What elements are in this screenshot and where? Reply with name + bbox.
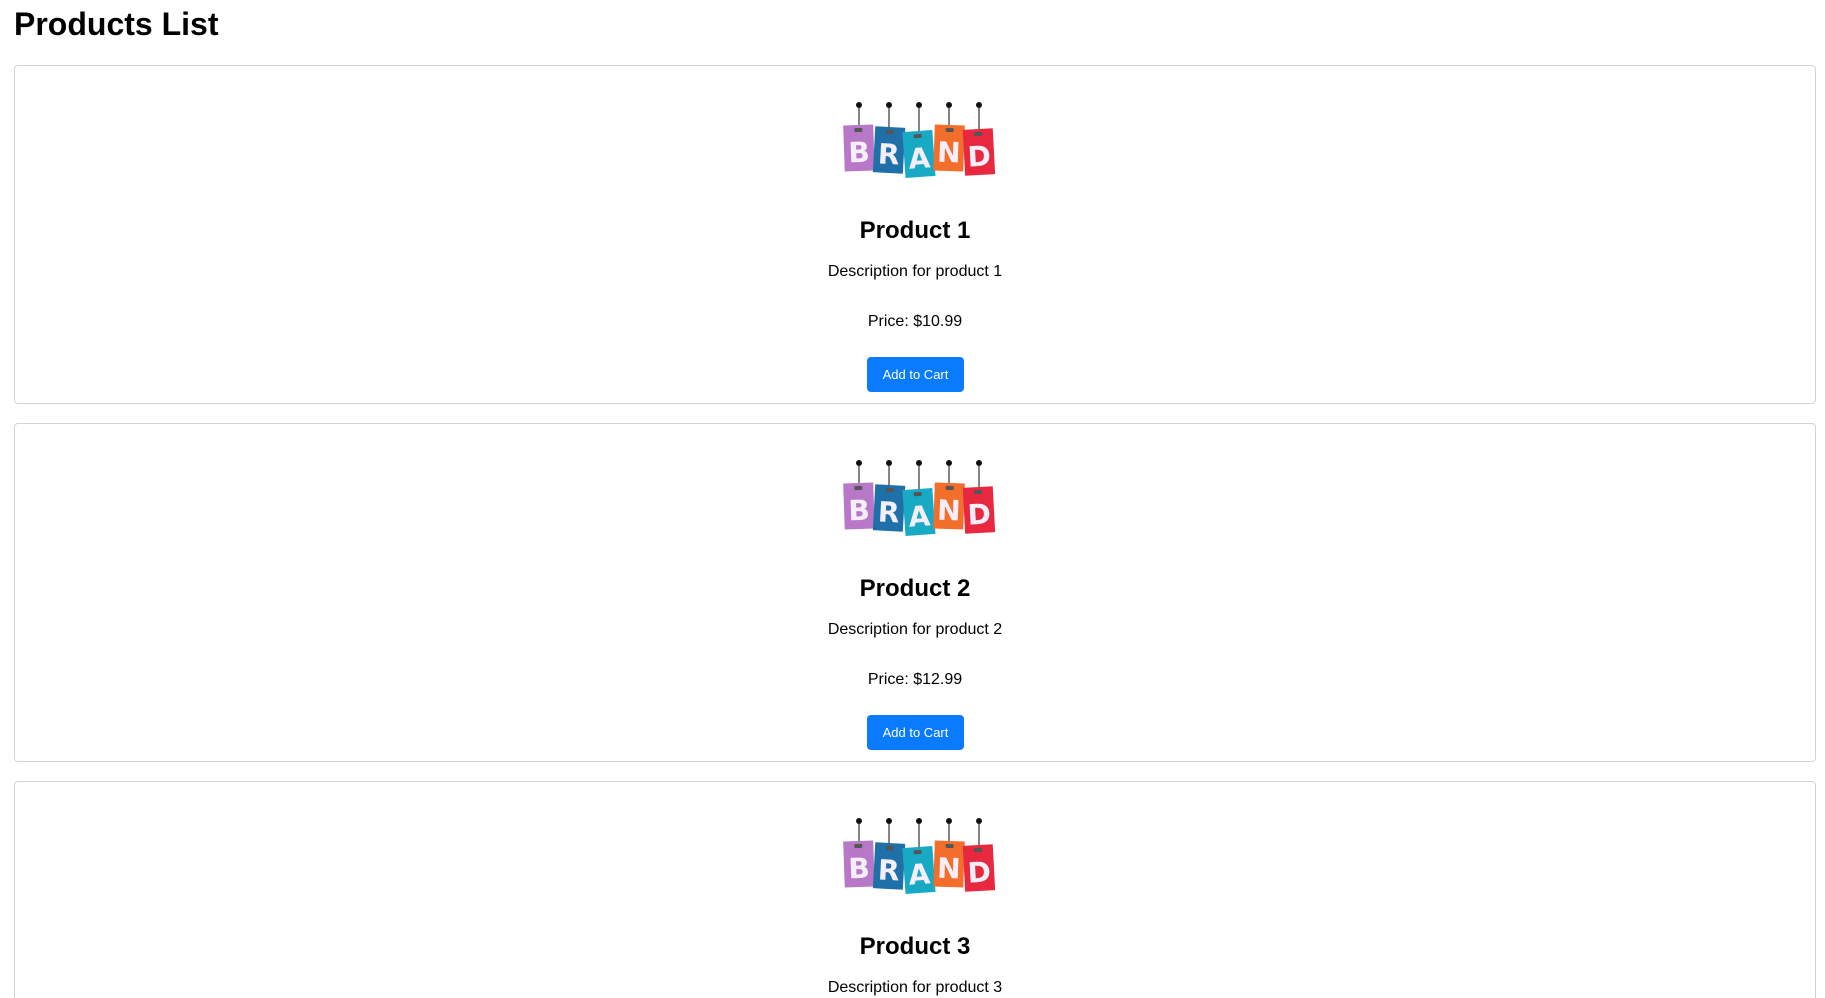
product-price: Price: $10.99 bbox=[867, 313, 963, 330]
products-page: Products List BRAND Product 1 Descriptio… bbox=[0, 0, 1825, 998]
pin-icon bbox=[916, 460, 922, 466]
brand-tag: D bbox=[962, 102, 996, 176]
page-title: Products List bbox=[14, 6, 219, 42]
logo-letter: N bbox=[937, 136, 962, 170]
pin-icon bbox=[886, 460, 892, 466]
pin-icon bbox=[976, 460, 982, 466]
product-name: Product 2 bbox=[859, 575, 971, 602]
brand-tag: R bbox=[872, 460, 906, 532]
brand-tag: N bbox=[933, 102, 965, 172]
pin-icon bbox=[856, 818, 862, 824]
logo-letter: A bbox=[907, 499, 931, 533]
brand-tag: A bbox=[902, 102, 936, 178]
pin-icon bbox=[946, 460, 952, 466]
logo-letter: N bbox=[937, 494, 962, 528]
pin-icon bbox=[946, 102, 952, 108]
pin-icon bbox=[886, 102, 892, 108]
product-name: Product 3 bbox=[859, 933, 971, 960]
product-name: Product 1 bbox=[859, 217, 971, 244]
logo-letter: D bbox=[967, 139, 992, 173]
product-description: Description for product 3 bbox=[827, 979, 1003, 996]
pin-icon bbox=[856, 102, 862, 108]
add-to-cart-button[interactable]: Add to Cart bbox=[867, 715, 964, 750]
logo-letter: D bbox=[967, 855, 992, 889]
brand-tag: B bbox=[843, 102, 875, 172]
pin-icon bbox=[856, 460, 862, 466]
product-card: BRAND Product 1 Description for product … bbox=[14, 65, 1816, 404]
brand-logo: BRAND bbox=[843, 102, 996, 178]
brand-tag: A bbox=[902, 460, 936, 536]
logo-letter: D bbox=[967, 497, 992, 531]
product-description: Description for product 1 bbox=[827, 263, 1003, 280]
logo-letter: B bbox=[848, 136, 870, 170]
logo-letter: R bbox=[877, 853, 900, 887]
logo-letter: B bbox=[848, 852, 870, 886]
product-description: Description for product 2 bbox=[827, 621, 1003, 638]
brand-tag: N bbox=[933, 460, 965, 530]
brand-logo: BRAND bbox=[843, 818, 996, 894]
add-to-cart-button[interactable]: Add to Cart bbox=[867, 357, 964, 392]
logo-letter: A bbox=[907, 141, 931, 175]
pin-icon bbox=[976, 102, 982, 108]
product-card: BRAND Product 2 Description for product … bbox=[14, 423, 1816, 762]
brand-tag: D bbox=[962, 818, 996, 892]
logo-letter: A bbox=[907, 857, 931, 891]
product-price: Price: $12.99 bbox=[867, 671, 963, 688]
brand-logo: BRAND bbox=[843, 460, 996, 536]
brand-tag: R bbox=[872, 102, 906, 174]
pin-icon bbox=[916, 102, 922, 108]
brand-tag: A bbox=[902, 818, 936, 894]
brand-tag: B bbox=[843, 818, 875, 888]
pin-icon bbox=[916, 818, 922, 824]
product-card: BRAND Product 3 Description for product … bbox=[14, 781, 1816, 998]
logo-letter: R bbox=[877, 137, 900, 171]
brand-tag: B bbox=[843, 460, 875, 530]
brand-tag: N bbox=[933, 818, 965, 888]
pin-icon bbox=[886, 818, 892, 824]
pin-icon bbox=[976, 818, 982, 824]
logo-letter: B bbox=[848, 494, 870, 528]
brand-tag: R bbox=[872, 818, 906, 890]
brand-tag: D bbox=[962, 460, 996, 534]
logo-letter: N bbox=[937, 852, 962, 886]
pin-icon bbox=[946, 818, 952, 824]
logo-letter: R bbox=[877, 495, 900, 529]
